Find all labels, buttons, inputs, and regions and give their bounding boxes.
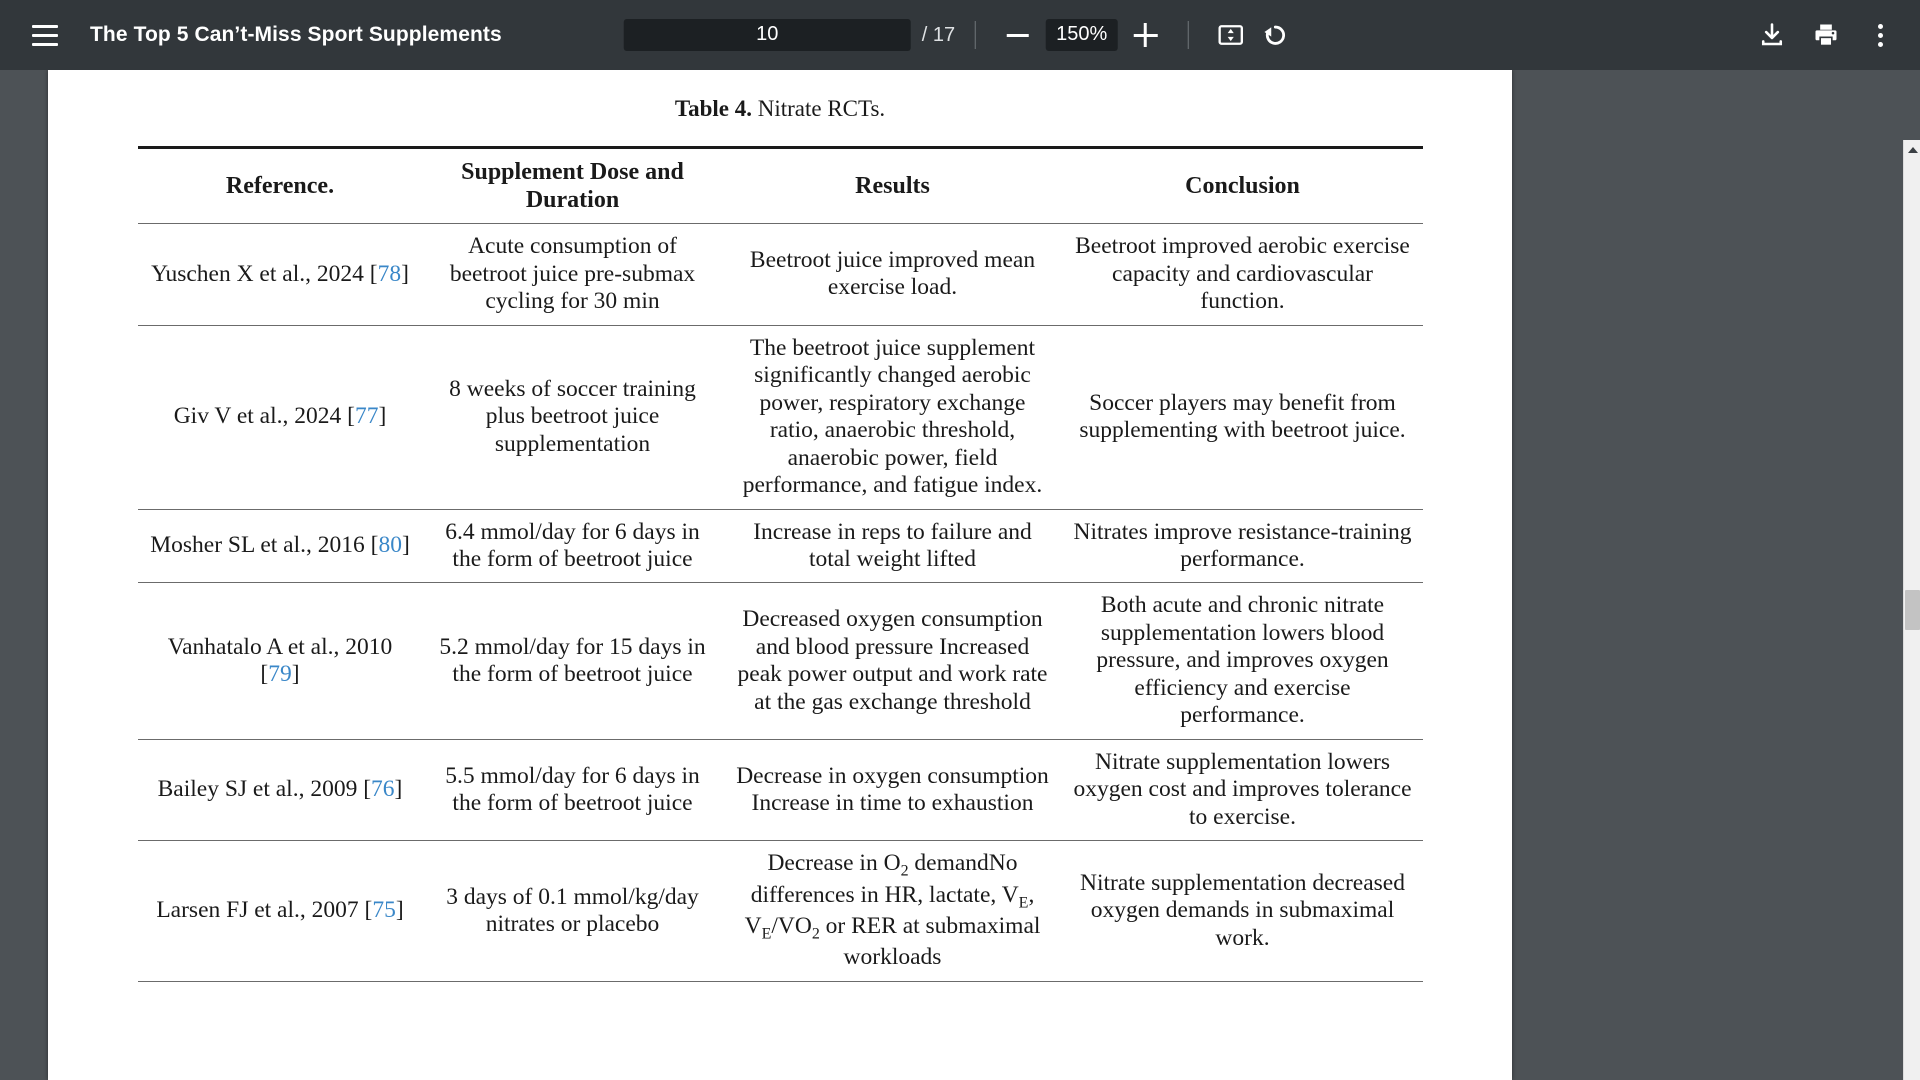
cell-dose: 5.2 mmol/day for 15 days in the form of … xyxy=(439,633,706,688)
table-caption-text: Nitrate RCTs. xyxy=(757,96,886,121)
menu-bar-2 xyxy=(32,33,58,37)
citation-link[interactable]: 79 xyxy=(268,661,292,687)
table-caption-label: Table 4. xyxy=(674,96,752,121)
table-header: Reference. Supplement Dose and Duration … xyxy=(137,147,1423,224)
scroll-up-arrow-icon[interactable] xyxy=(1904,142,1920,158)
zoom-out-button[interactable] xyxy=(996,13,1040,57)
pdf-viewer-toolbar: The Top 5 Can’t-Miss Sport Supplements /… xyxy=(0,0,1920,70)
toolbar-center-group: / 17 150% xyxy=(623,0,1297,70)
toolbar-right-group xyxy=(1750,13,1902,57)
cell-reference: Bailey SJ et al., 2009 [76] xyxy=(157,776,403,803)
column-header-dose: Supplement Dose and Duration xyxy=(461,159,684,214)
fit-to-page-button[interactable] xyxy=(1208,13,1252,57)
print-button[interactable] xyxy=(1804,13,1848,57)
cell-conclusion: Nitrates improve resistance-training per… xyxy=(1073,518,1412,572)
download-icon xyxy=(1761,23,1783,46)
cell-results: Increase in reps to failure and total we… xyxy=(753,518,1032,572)
zoom-level-display[interactable]: 150% xyxy=(1046,19,1118,51)
pdf-viewer-area[interactable]: Table 4. Nitrate RCTs. Reference. Supple… xyxy=(0,70,1920,1080)
cell-dose: 5.5 mmol/day for 6 days in the form of b… xyxy=(445,762,700,817)
page-number-input[interactable] xyxy=(623,19,911,51)
column-header-reference: Reference. xyxy=(225,173,335,200)
citation-link[interactable]: 76 xyxy=(371,776,395,802)
table-row: Bailey SJ et al., 2009 [76] 5.5 mmol/day … xyxy=(137,739,1423,841)
citation-link[interactable]: 80 xyxy=(378,532,402,558)
kebab-dot-1 xyxy=(1877,23,1883,29)
table-row: Vanhatalo A et al., 2010 [79] 5.2 mmol/da… xyxy=(137,583,1423,740)
toolbar-divider-2 xyxy=(1187,21,1189,49)
cell-reference: Vanhatalo A et al., 2010 [79] xyxy=(167,633,393,688)
toolbar-left-group: The Top 5 Can’t-Miss Sport Supplements xyxy=(0,12,502,58)
cell-reference: Yuschen X et al., 2024 [78] xyxy=(151,260,409,287)
document-title: The Top 5 Can’t-Miss Sport Supplements xyxy=(90,23,502,46)
toolbar-divider-1 xyxy=(975,21,977,49)
table-row: Larsen FJ et al., 2007 [75] 3 days of 0.1… xyxy=(137,841,1423,982)
table-row: Mosher SL et al., 2016 [80] 6.4 mmol/day … xyxy=(137,509,1423,583)
nitrate-rcts-table: Reference. Supplement Dose and Duration … xyxy=(137,146,1423,982)
column-header-results: Results xyxy=(855,173,930,200)
cell-reference: Mosher SL et al., 2016 [80] xyxy=(150,532,410,559)
cell-dose: 3 days of 0.1 mmol/kg/day nitrates or pl… xyxy=(446,883,699,938)
menu-bar-3 xyxy=(32,42,58,46)
cell-dose: 8 weeks of soccer training plus beetroot… xyxy=(449,375,696,457)
table-row: Giv V et al., 2024 [77] 8 weeks of soccer… xyxy=(137,325,1423,510)
print-icon xyxy=(1815,24,1837,47)
more-options-button[interactable] xyxy=(1858,13,1902,57)
cell-conclusion: Nitrate supplementation lowers oxygen co… xyxy=(1073,748,1412,830)
cell-conclusion: Beetroot improved aerobic exercise capac… xyxy=(1075,233,1410,315)
rotate-counterclockwise-button[interactable] xyxy=(1252,13,1296,57)
column-header-conclusion: Conclusion xyxy=(1185,173,1300,200)
page-count-label: / 17 xyxy=(921,23,956,46)
cell-results: The beetroot juice supplement significan… xyxy=(742,334,1043,499)
table-body: Yuschen X et al., 2024 [78] Acute consump… xyxy=(137,224,1423,982)
kebab-dot-3 xyxy=(1877,41,1883,47)
table-caption: Table 4. Nitrate RCTs. xyxy=(48,96,1512,122)
minus-icon xyxy=(1007,33,1030,37)
cell-dose: 6.4 mmol/day for 6 days in the form of b… xyxy=(445,518,700,572)
citation-link[interactable]: 77 xyxy=(355,403,379,429)
cell-results: Decrease in O2 demandNo differences in H… xyxy=(744,850,1041,971)
cell-reference: Larsen FJ et al., 2007 [75] xyxy=(156,897,404,924)
citation-link[interactable]: 75 xyxy=(372,897,396,923)
hamburger-menu-icon[interactable] xyxy=(22,12,68,58)
cell-conclusion: Nitrate supplementation decreased oxygen… xyxy=(1080,869,1405,951)
download-button[interactable] xyxy=(1750,13,1794,57)
plus-icon xyxy=(1133,23,1158,47)
menu-bar-1 xyxy=(32,24,58,28)
cell-results: Decrease in oxygen consumption Increase … xyxy=(736,762,1049,817)
cell-results: Beetroot juice improved mean exercise lo… xyxy=(749,246,1036,301)
pdf-page: Table 4. Nitrate RCTs. Reference. Supple… xyxy=(48,70,1512,1080)
cell-conclusion: Soccer players may benefit from suppleme… xyxy=(1079,389,1406,444)
more-options-icon xyxy=(1877,23,1883,47)
cell-dose: Acute consumption of beetroot juice pre-… xyxy=(449,233,696,315)
vertical-scrollbar[interactable] xyxy=(1903,140,1920,1080)
scroll-thumb[interactable] xyxy=(1905,590,1920,630)
cell-conclusion: Both acute and chronic nitrate supplemen… xyxy=(1096,592,1389,729)
pdf-page-content: Table 4. Nitrate RCTs. Reference. Supple… xyxy=(48,70,1512,982)
zoom-in-button[interactable] xyxy=(1123,13,1167,57)
rotate-counterclockwise-icon xyxy=(1263,25,1285,45)
fit-to-page-icon xyxy=(1218,25,1243,45)
cell-reference: Giv V et al., 2024 [77] xyxy=(173,403,387,430)
citation-link[interactable]: 78 xyxy=(378,261,402,287)
table-row: Yuschen X et al., 2024 [78] Acute consump… xyxy=(137,224,1423,326)
table-header-row: Reference. Supplement Dose and Duration … xyxy=(137,147,1423,224)
cell-results: Decreased oxygen consumption and blood p… xyxy=(737,606,1048,715)
kebab-dot-2 xyxy=(1877,32,1883,38)
